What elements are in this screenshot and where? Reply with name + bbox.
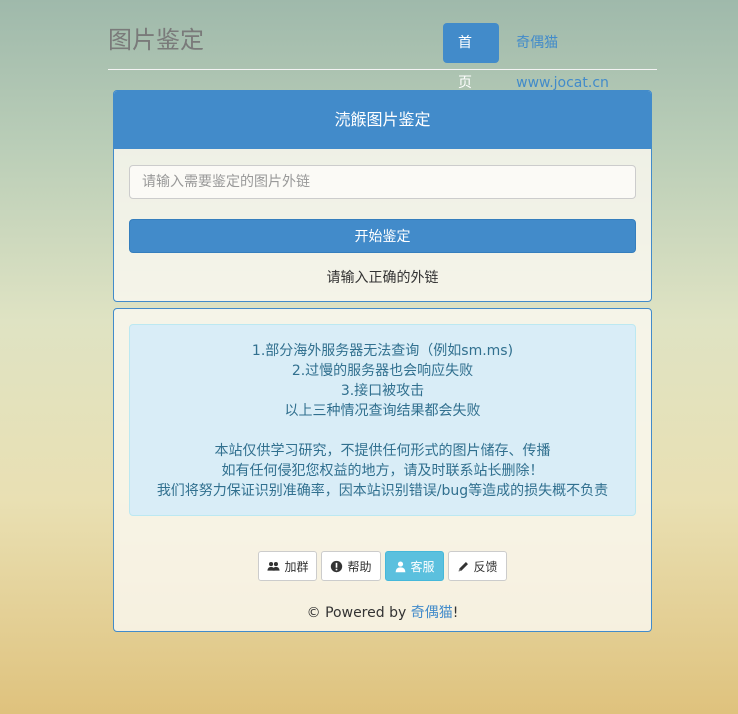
customer-service-label: 客服 — [410, 559, 435, 574]
disclaimer-line: 本站仅供学习研究，不提供任何形式的图片储存、传播 — [214, 443, 551, 459]
panel-heading: 涜餱图片鉴定 — [114, 91, 651, 149]
page-header: 图片鉴定 首页 奇偶猫www.jocat.cn — [108, 0, 657, 91]
help-label: 帮助 — [347, 559, 372, 574]
notice-line: 1.部分海外服务器无法查询（例如sm.ms) — [251, 343, 514, 359]
notice-alert: 1.部分海外服务器无法查询（例如sm.ms) 2.过慢的服务器也会响应失败 3.… — [129, 324, 636, 516]
nav-jocat-link[interactable]: 奇偶猫www.jocat.cn — [501, 23, 657, 91]
image-url-input[interactable] — [129, 165, 636, 199]
exclamation-circle-icon — [330, 560, 343, 573]
notice-line: 2.过慢的服务器也会响应失败 — [291, 363, 474, 379]
notice-line: 3.接口被攻击 — [340, 383, 425, 399]
user-icon — [394, 560, 407, 573]
top-nav: 首页 奇偶猫www.jocat.cn — [443, 23, 657, 91]
join-group-label: 加群 — [284, 559, 309, 574]
pencil-icon — [457, 560, 470, 573]
footer-prefix: © Powered by — [306, 605, 411, 621]
nav-home-link[interactable]: 首页 — [443, 23, 500, 91]
footer-suffix: ! — [452, 605, 459, 621]
hint-text: 请输入正确的外链 — [326, 270, 439, 286]
disclaimer-line: 如有任何侵犯您权益的地方，请及时联系站长删除！ — [221, 463, 544, 479]
customer-service-button[interactable]: 客服 — [384, 551, 444, 581]
start-identify-button[interactable]: 开始鉴定 — [129, 219, 636, 253]
help-button[interactable]: 帮助 — [321, 551, 381, 581]
footer: © Powered by 奇偶猫! — [114, 602, 651, 622]
feedback-label: 反馈 — [473, 559, 498, 574]
feedback-button[interactable]: 反馈 — [447, 551, 507, 581]
join-group-button[interactable]: 加群 — [258, 551, 318, 581]
notice-spacer — [130, 421, 635, 441]
site-title: 图片鉴定 — [108, 26, 204, 54]
disclaimer-line: 我们将努力保证识别准确率，因本站识别错误/bug等造成的损失概不负责 — [156, 483, 609, 499]
action-buttons: 加群 帮助 客服 反馈 — [114, 551, 651, 581]
users-icon — [267, 560, 281, 573]
info-panel: 1.部分海外服务器无法查询（例如sm.ms) 2.过慢的服务器也会响应失败 3.… — [113, 308, 652, 632]
notice-line: 以上三种情况查询结果都会失败 — [284, 403, 481, 419]
footer-brand-link[interactable]: 奇偶猫 — [411, 605, 453, 621]
identify-panel: 涜餱图片鉴定 开始鉴定 请输入正确的外链 — [113, 90, 652, 302]
